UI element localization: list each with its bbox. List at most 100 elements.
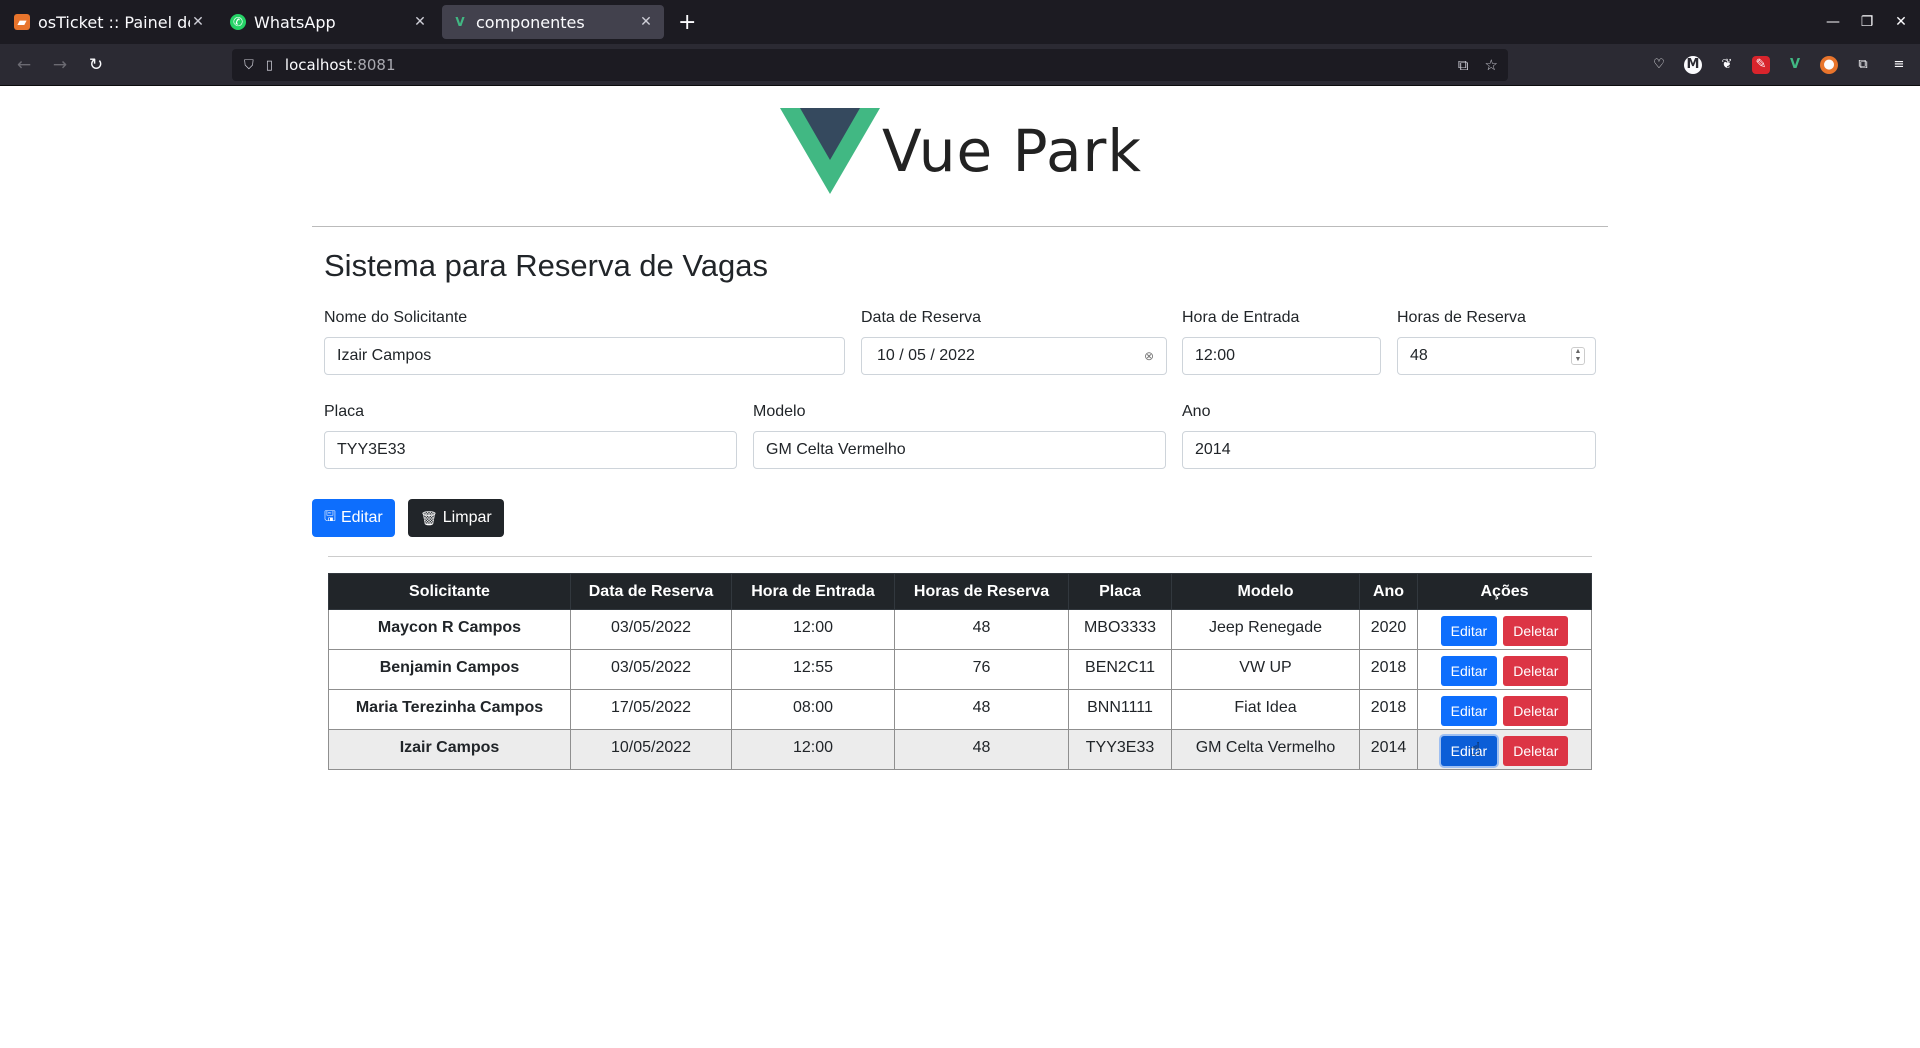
cell-placa: BEN2C11 bbox=[1068, 649, 1172, 690]
close-icon[interactable]: ✕ bbox=[412, 14, 428, 30]
reservations-table: Solicitante Data de Reserva Hora de Entr… bbox=[328, 573, 1592, 770]
vue-park-logo: Vue Park bbox=[780, 108, 1142, 194]
edit-button-label: Editar bbox=[340, 509, 383, 526]
data-input[interactable]: 10 / 05 / 2022 ⊗ bbox=[861, 337, 1167, 375]
ano-value: 2014 bbox=[1195, 441, 1231, 458]
horas-input[interactable]: 48 ▲ ▼ bbox=[1397, 337, 1596, 375]
translate-icon[interactable]: ⧉ bbox=[1458, 56, 1469, 74]
extension-leaf-icon[interactable]: ❦ bbox=[1716, 54, 1738, 76]
tab-title: componentes bbox=[476, 12, 585, 32]
cell-actions: Editar Deletar bbox=[1417, 649, 1592, 690]
cell-actions: Editar Deletar bbox=[1417, 609, 1592, 650]
cell-ano: 2018 bbox=[1359, 649, 1418, 690]
extension-orange-icon[interactable]: ● bbox=[1820, 55, 1838, 74]
clear-date-icon[interactable]: ⊗ bbox=[1144, 349, 1154, 363]
col-modelo: Modelo bbox=[1171, 573, 1360, 610]
nome-input[interactable]: Izair Campos bbox=[324, 337, 845, 375]
close-icon[interactable]: ✕ bbox=[190, 14, 206, 30]
horas-field: Horas de Reserva 48 ▲ ▼ bbox=[1397, 309, 1596, 375]
extension-translate-icon[interactable]: ⧉ bbox=[1852, 54, 1874, 76]
horas-label: Horas de Reserva bbox=[1397, 309, 1526, 326]
minimize-icon[interactable]: — bbox=[1818, 14, 1848, 30]
col-hora: Hora de Entrada bbox=[731, 573, 895, 610]
shield-icon[interactable]: ⛉ bbox=[244, 58, 254, 73]
modelo-value: GM Celta Vermelho bbox=[766, 441, 906, 458]
browser-tab-bar: ▰ osTicket :: Painel de Contr ✕ ✆ WhatsA… bbox=[0, 0, 1920, 44]
row-delete-button[interactable]: Deletar bbox=[1503, 736, 1569, 766]
close-window-icon[interactable]: ✕ bbox=[1886, 14, 1916, 30]
cell-modelo: Fiat Idea bbox=[1171, 689, 1360, 730]
cell-horas: 76 bbox=[894, 649, 1069, 690]
cell-ano: 2018 bbox=[1359, 689, 1418, 730]
url-host: localhost bbox=[284, 56, 353, 74]
nome-label: Nome do Solicitante bbox=[324, 309, 468, 326]
tab-componentes[interactable]: V componentes ✕ bbox=[442, 5, 664, 39]
col-placa: Placa bbox=[1068, 573, 1172, 610]
row-delete-button[interactable]: Deletar bbox=[1503, 696, 1569, 726]
cell-modelo: GM Celta Vermelho bbox=[1171, 729, 1360, 770]
url-bar[interactable]: ⛉ ▯ localhost:8081 ⧉ ☆ bbox=[232, 49, 1508, 81]
menu-icon[interactable]: ≡ bbox=[1888, 54, 1910, 76]
row-edit-button[interactable]: Editar bbox=[1440, 616, 1498, 646]
modelo-field: Modelo GM Celta Vermelho bbox=[753, 403, 1166, 469]
browser-nav-bar: ← → ↻ ⛉ ▯ localhost:8081 ⧉ ☆ ♡ M ❦ ✎ V ●… bbox=[0, 44, 1920, 86]
close-icon[interactable]: ✕ bbox=[638, 14, 654, 30]
row-edit-button[interactable]: Editar bbox=[1440, 696, 1498, 726]
forward-icon[interactable]: → bbox=[42, 55, 78, 75]
row-delete-button[interactable]: Deletar bbox=[1503, 656, 1569, 686]
cell-hora: 08:00 bbox=[731, 689, 895, 730]
row-delete-button[interactable]: Deletar bbox=[1503, 616, 1569, 646]
ano-input[interactable]: 2014 bbox=[1182, 431, 1596, 469]
row-edit-button[interactable]: Editar bbox=[1440, 656, 1498, 686]
hand-cursor-icon: ☝ bbox=[1470, 739, 1481, 760]
divider bbox=[312, 226, 1608, 227]
cell-actions: Editar Deletar bbox=[1417, 689, 1592, 730]
cell-horas: 48 bbox=[894, 689, 1069, 730]
placa-value: TYY3E33 bbox=[337, 441, 406, 458]
tab-title: WhatsApp bbox=[254, 12, 336, 32]
cell-placa: BNN1111 bbox=[1068, 689, 1172, 730]
restore-icon[interactable]: ❐ bbox=[1852, 14, 1882, 30]
divider bbox=[328, 556, 1592, 557]
cell-placa: TYY3E33 bbox=[1068, 729, 1172, 770]
tab-osticket[interactable]: ▰ osTicket :: Painel de Contr ✕ bbox=[4, 5, 216, 39]
cell-horas: 48 bbox=[894, 729, 1069, 770]
ano-field: Ano 2014 bbox=[1182, 403, 1596, 469]
modelo-input[interactable]: GM Celta Vermelho bbox=[753, 431, 1166, 469]
reload-icon[interactable]: ↻ bbox=[78, 55, 114, 75]
cell-solicitante: Maycon R Campos bbox=[328, 609, 571, 650]
table-row: Izair Campos 10/05/2022 12:00 48 TYY3E33… bbox=[328, 729, 1592, 770]
col-acoes: Ações bbox=[1417, 573, 1592, 610]
cell-placa: MBO3333 bbox=[1068, 609, 1172, 650]
page-title: Sistema para Reserva de Vagas bbox=[324, 248, 768, 283]
tab-whatsapp[interactable]: ✆ WhatsApp ✕ bbox=[220, 5, 438, 39]
nome-field: Nome do Solicitante Izair Campos bbox=[324, 309, 845, 375]
vue-devtools-icon[interactable]: V bbox=[1784, 54, 1806, 76]
save-icon: 🖫 bbox=[324, 508, 336, 524]
edit-button[interactable]: 🖫 Editar bbox=[312, 499, 395, 537]
new-tab-button[interactable]: + bbox=[678, 10, 696, 35]
pocket-icon[interactable]: ♡ bbox=[1648, 54, 1670, 76]
extension-red-icon[interactable]: ✎ bbox=[1752, 55, 1770, 74]
row-edit-button[interactable]: Editar bbox=[1440, 736, 1498, 766]
bookmark-star-icon[interactable]: ☆ bbox=[1485, 56, 1498, 74]
cell-solicitante: Maria Terezinha Campos bbox=[328, 689, 571, 730]
col-ano: Ano bbox=[1359, 573, 1418, 610]
cell-ano: 2020 bbox=[1359, 609, 1418, 650]
table-header-row: Solicitante Data de Reserva Hora de Entr… bbox=[328, 573, 1592, 610]
hora-input[interactable]: 12:00 bbox=[1182, 337, 1381, 375]
cell-horas: 48 bbox=[894, 609, 1069, 650]
window-controls: — ❐ ✕ bbox=[1818, 0, 1920, 44]
cell-actions: Editar Deletar bbox=[1417, 729, 1592, 770]
placa-field: Placa TYY3E33 bbox=[324, 403, 737, 469]
extension-m-icon[interactable]: M bbox=[1684, 55, 1702, 74]
clear-button[interactable]: 🗑 Limpar bbox=[408, 499, 504, 537]
hora-value: 12:00 bbox=[1195, 347, 1236, 364]
url-port: :8081 bbox=[352, 56, 396, 74]
number-spinner-icon[interactable]: ▲ ▼ bbox=[1571, 347, 1585, 365]
back-icon[interactable]: ← bbox=[6, 55, 42, 75]
osticket-icon: ▰ bbox=[14, 14, 30, 30]
whatsapp-icon: ✆ bbox=[230, 14, 246, 30]
ano-label: Ano bbox=[1182, 403, 1211, 420]
placa-input[interactable]: TYY3E33 bbox=[324, 431, 737, 469]
